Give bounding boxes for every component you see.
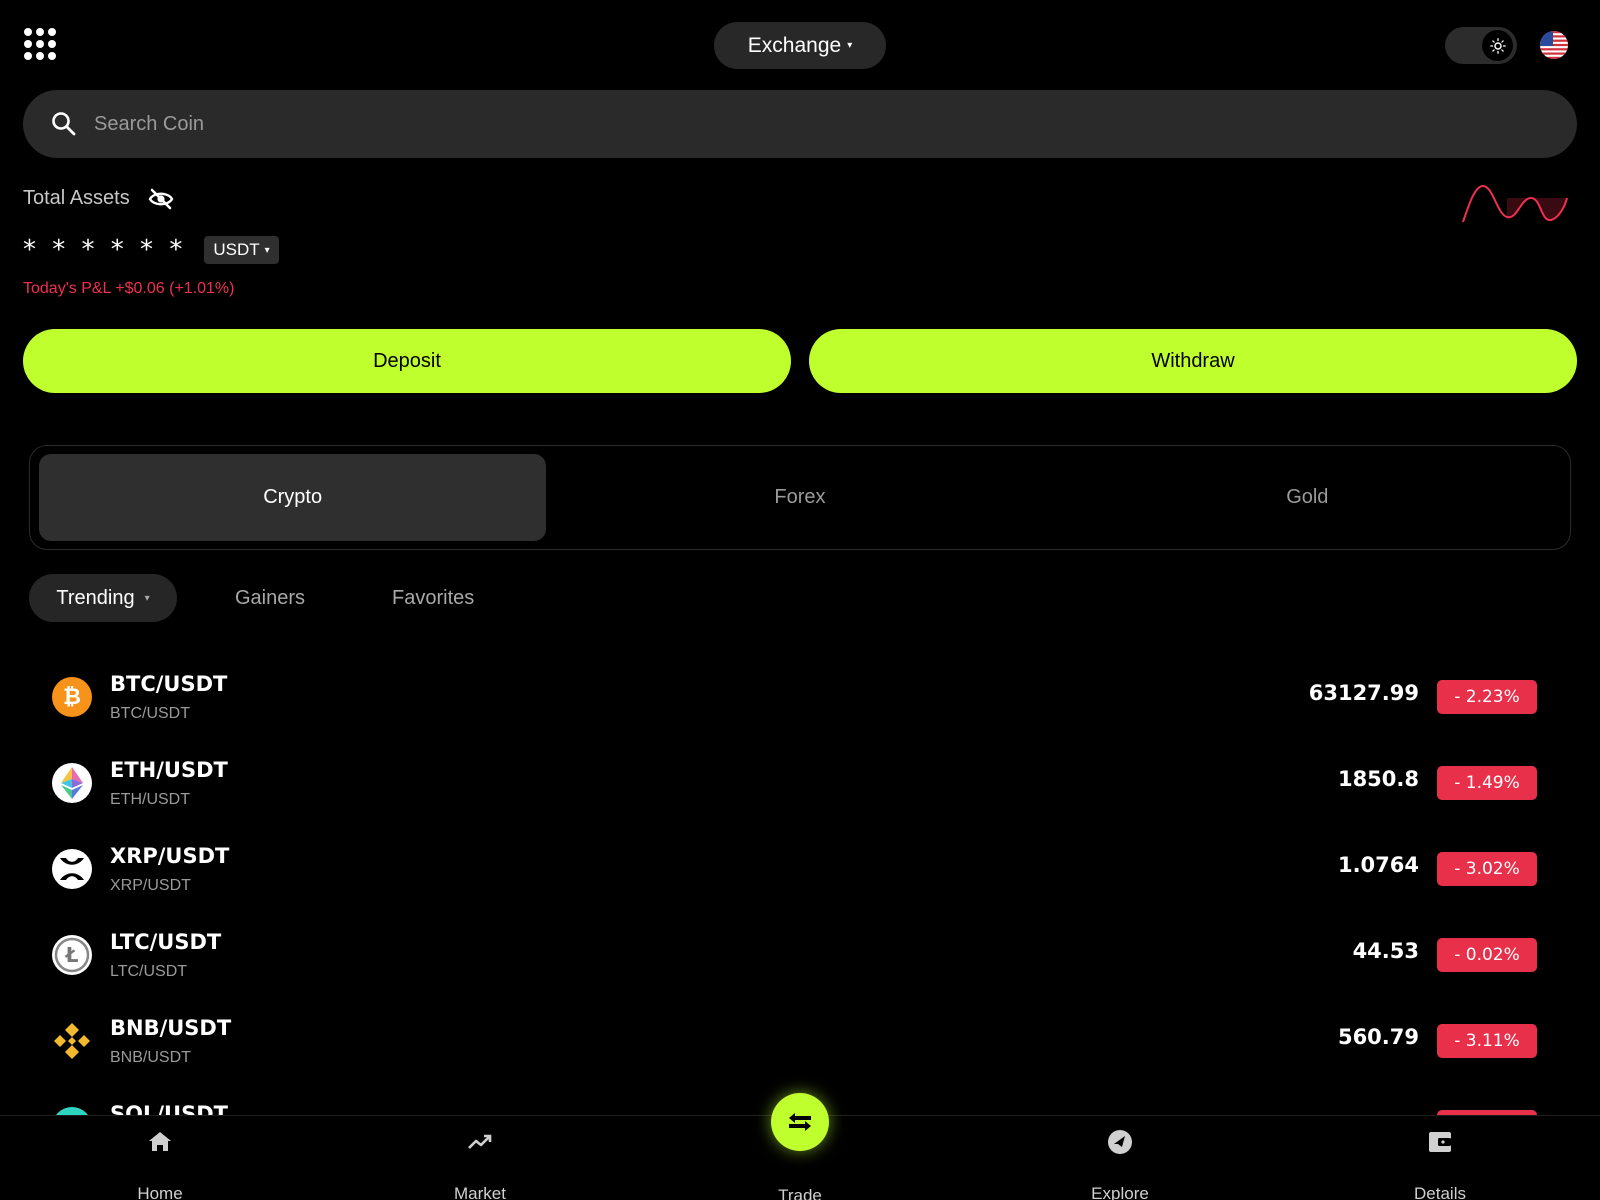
coin-price: 44.53: [1352, 939, 1419, 963]
coin-price: 1.0764: [1337, 853, 1419, 877]
total-assets-header: Total Assets: [23, 187, 174, 210]
solana-icon: [52, 1107, 92, 1115]
us-flag-icon[interactable]: [1540, 31, 1568, 59]
nav-explore[interactable]: Explore: [1060, 1116, 1180, 1200]
nav-label: Explore: [1091, 1184, 1149, 1200]
swap-arrows-icon: [789, 1113, 811, 1131]
tab-gold[interactable]: Gold: [1054, 454, 1561, 541]
coin-change-badge: - 3.11%: [1437, 1024, 1537, 1058]
nav-details[interactable]: Details: [1380, 1116, 1500, 1200]
market-tabs: Crypto Forex Gold: [29, 445, 1571, 550]
currency-select[interactable]: USDT ▾: [204, 236, 279, 264]
coin-pair: ETH/USDT: [110, 791, 190, 808]
deposit-button[interactable]: Deposit: [23, 329, 791, 393]
tab-crypto[interactable]: Crypto: [39, 454, 547, 541]
coin-pair: XRP/USDT: [110, 877, 191, 894]
nav-market[interactable]: Market: [420, 1116, 540, 1200]
nav-label: Home: [137, 1184, 183, 1200]
assets-value-row: * * * * * * USDT ▾: [23, 235, 279, 265]
coin-name: LTC/USDT: [110, 930, 222, 954]
tab-forex[interactable]: Forex: [546, 454, 1053, 541]
tab-label: Trending: [56, 586, 135, 609]
total-assets-label: Total Assets: [23, 187, 130, 209]
coin-row-eth[interactable]: ETH/USDT ETH/USDT 1850.8 - 1.49%: [0, 741, 1600, 827]
withdraw-label: Withdraw: [1151, 349, 1235, 372]
xrp-icon: [52, 849, 92, 889]
compass-icon: [1108, 1130, 1132, 1154]
wallet-icon: [1429, 1132, 1451, 1152]
withdraw-button[interactable]: Withdraw: [809, 329, 1577, 393]
coin-name: XRP/USDT: [110, 844, 230, 868]
nav-label: Details: [1414, 1184, 1466, 1200]
trending-up-icon: [468, 1134, 492, 1149]
coin-change-badge: - 0.02%: [1437, 938, 1537, 972]
coin-price: 63127.99: [1308, 681, 1419, 705]
svg-text:Ł: Ł: [65, 943, 79, 967]
coin-price: 1850.8: [1337, 767, 1419, 791]
tab-favorites[interactable]: Favorites: [392, 574, 474, 622]
coin-change-badge: - 2.23%: [1437, 680, 1537, 714]
coin-price: 560.79: [1337, 1025, 1419, 1049]
nav-label: Market: [454, 1184, 506, 1200]
coin-pair: BNB/USDT: [110, 1049, 191, 1066]
caret-down-icon: ▾: [264, 244, 270, 256]
todays-pnl: Today's P&L +$0.06 (+1.01%): [23, 280, 235, 297]
search-icon: [52, 112, 76, 136]
coin-row-ltc[interactable]: Ł LTC/USDT LTC/USDT 44.53 - 0.02%: [0, 913, 1600, 999]
tab-label: Forex: [774, 486, 826, 508]
coin-list: ₿ BTC/USDT BTC/USDT 63127.99 - 2.23% ETH…: [0, 655, 1600, 1115]
caret-down-icon: ▾: [847, 40, 853, 51]
search-bar[interactable]: [23, 90, 1577, 158]
tab-gainers[interactable]: Gainers: [235, 574, 305, 622]
bnb-icon: [52, 1021, 92, 1061]
exchange-dropdown-button[interactable]: Exchange ▾: [714, 22, 886, 69]
tab-label: Favorites: [392, 586, 475, 609]
sun-icon: [1482, 30, 1513, 61]
eye-off-icon[interactable]: [148, 188, 174, 210]
litecoin-icon: Ł: [52, 935, 92, 975]
bitcoin-icon: ₿: [52, 677, 92, 717]
tab-label: Crypto: [263, 486, 323, 508]
tab-label: Gold: [1286, 486, 1329, 508]
ethereum-icon: [52, 763, 92, 803]
coin-pair: LTC/USDT: [110, 963, 188, 980]
exchange-label: Exchange: [747, 33, 842, 57]
coin-change-badge: - 3.02%: [1437, 852, 1537, 886]
nav-home[interactable]: Home: [100, 1116, 220, 1200]
coin-row-btc[interactable]: ₿ BTC/USDT BTC/USDT 63127.99 - 2.23%: [0, 655, 1600, 741]
search-input[interactable]: [94, 112, 1494, 136]
coin-name: BNB/USDT: [110, 1016, 232, 1040]
coin-pair: BTC/USDT: [110, 705, 190, 722]
coin-name: SOL/USDT: [110, 1102, 228, 1115]
theme-toggle[interactable]: [1445, 27, 1517, 64]
coin-change-badge: - 1.49%: [1437, 766, 1537, 800]
deposit-label: Deposit: [373, 349, 441, 372]
tab-trending[interactable]: Trending ▾: [29, 574, 177, 622]
currency-label: USDT: [213, 240, 260, 259]
list-filter-tabs: Trending ▾ Gainers Favorites: [29, 574, 474, 622]
apps-grid-icon[interactable]: [24, 28, 56, 60]
home-icon: [149, 1132, 171, 1151]
caret-down-icon: ▾: [144, 592, 150, 604]
coin-row-bnb[interactable]: BNB/USDT BNB/USDT 560.79 - 3.11%: [0, 999, 1600, 1085]
tab-label: Gainers: [235, 586, 306, 609]
coin-row-xrp[interactable]: XRP/USDT XRP/USDT 1.0764 - 3.02%: [0, 827, 1600, 913]
assets-sparkline: [1462, 184, 1568, 223]
assets-masked-value: * * * * * *: [23, 235, 187, 265]
nav-label: Trade: [778, 1186, 822, 1200]
trade-button[interactable]: [771, 1093, 829, 1151]
coin-name: ETH/USDT: [110, 758, 228, 782]
coin-name: BTC/USDT: [110, 672, 228, 696]
